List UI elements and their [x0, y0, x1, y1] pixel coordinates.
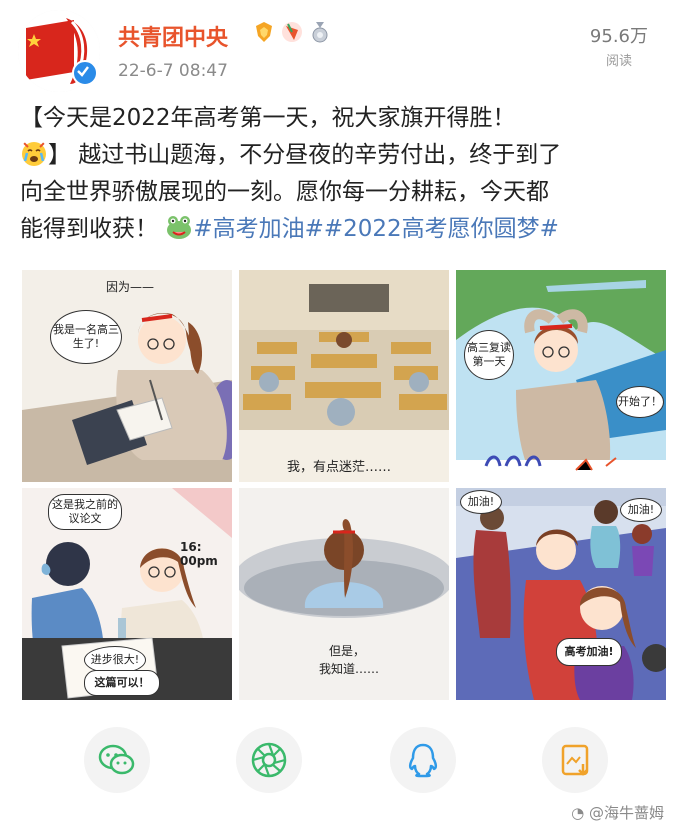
speech-bubble: 这是我之前的议论文	[48, 494, 122, 530]
panel-caption: 因为——	[106, 280, 155, 294]
gold-badge-icon	[256, 22, 272, 42]
post-time: 22-6-7 08:47	[118, 61, 228, 81]
clock-time: 16: 00pm	[180, 540, 218, 568]
share-moments-button[interactable]	[236, 727, 302, 793]
post-line: 向全世界骄傲展现的一刻。愿你每一分耕耘，今天都	[20, 179, 549, 205]
share-qq-button[interactable]	[390, 727, 456, 793]
frog-emoji-icon	[167, 216, 192, 239]
moments-icon	[251, 742, 287, 778]
comic-image-grid: 因为—— 我是一名高三生了! 我，有点迷茫…… 高三复读第一天 开始了！ 这是我…	[22, 270, 666, 700]
post-line: 【今天是2022年高考第一天，祝大家旗开得胜！	[20, 105, 516, 131]
silver-medal-icon	[312, 22, 328, 43]
speech-bubble: 高考加油!	[556, 638, 622, 666]
post-body: 【今天是2022年高考第一天，祝大家旗开得胜！ 】 越过书山题海，不分昼夜的辛劳…	[20, 100, 670, 248]
comic-panel-5[interactable]: 但是， 我知道……	[239, 488, 449, 700]
panel-caption: 我知道……	[319, 662, 380, 676]
torch-badge-icon	[282, 22, 302, 42]
wechat-icon	[98, 744, 135, 775]
save-image-button[interactable]	[542, 727, 608, 793]
view-count: 95.6万 阅读	[590, 22, 648, 69]
account-name[interactable]: 共青团中央	[118, 20, 228, 52]
share-wechat-button[interactable]	[84, 727, 150, 793]
comic-panel-3[interactable]: 高三复读第一天 开始了！	[456, 270, 666, 482]
watermark-text: @海牛蔷姆	[588, 804, 664, 822]
qq-icon	[408, 743, 438, 778]
speech-bubble: 加油!	[620, 498, 662, 522]
weibo-icon: ◔	[571, 804, 585, 822]
post-line: 能得到收获！ #高考加油##2022高考愿你圆梦#	[20, 211, 670, 248]
save-image-icon	[561, 744, 589, 776]
speech-bubble: 高三复读第一天	[464, 330, 514, 380]
empty-classroom-illustration	[239, 270, 449, 482]
badge-list	[252, 20, 332, 44]
panel-caption: 但是，	[329, 644, 366, 658]
comic-panel-4[interactable]: 这是我之前的议论文 16: 00pm 进步很大! 这篇可以！	[22, 488, 232, 700]
post-line-text: 】 越过书山题海，不分昼夜的辛劳付出，终于到了	[48, 142, 562, 168]
hashtag-link[interactable]: #2022高考愿你圆梦#	[324, 216, 559, 242]
hashtag-link[interactable]: #高考加油#	[193, 216, 324, 242]
view-count-label: 阅读	[605, 54, 632, 69]
comic-panel-2[interactable]: 我，有点迷茫……	[239, 270, 449, 482]
watermark: ◔ @海牛蔷姆	[571, 802, 664, 823]
view-count-number: 95.6万	[589, 26, 648, 47]
speech-bubble: 加油!	[460, 490, 502, 514]
speech-bubble: 我是一名高三生了!	[50, 310, 122, 364]
speech-bubble: 开始了！	[616, 386, 664, 418]
post-line: 】 越过书山题海，不分昼夜的辛劳付出，终于到了	[20, 137, 670, 174]
panel-caption: 我，有点迷茫……	[287, 460, 392, 475]
post-header: 共青团中央 22-6-7 08:47 95.6万 阅读	[0, 0, 690, 100]
speech-bubble: 这篇可以！	[84, 670, 160, 696]
crying-emoji-icon	[22, 142, 46, 166]
studying-girl-illustration	[22, 270, 232, 482]
verified-icon	[72, 60, 98, 86]
comic-panel-6[interactable]: 加油! 加油! 高考加油!	[456, 488, 666, 700]
comic-panel-1[interactable]: 因为—— 我是一名高三生了!	[22, 270, 232, 482]
post-line-text: 能得到收获！	[20, 216, 158, 242]
